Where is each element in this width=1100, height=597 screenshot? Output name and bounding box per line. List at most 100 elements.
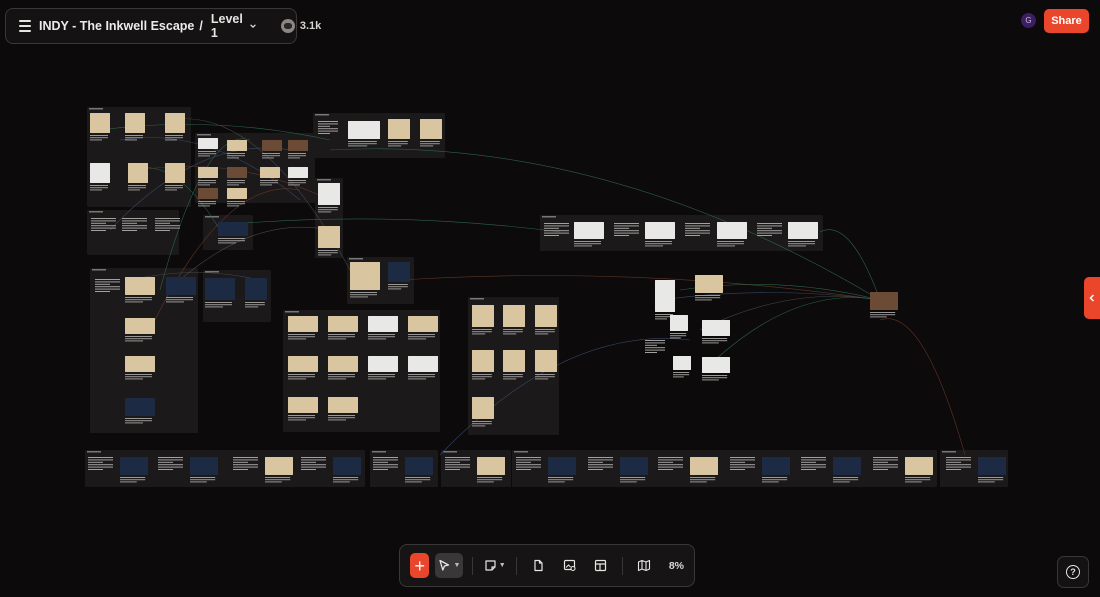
card-caption[interactable]: [265, 481, 282, 483]
board-card[interactable]: [125, 398, 155, 416]
note-text[interactable]: [95, 286, 120, 288]
board-card[interactable]: [262, 140, 282, 151]
card-caption[interactable]: [125, 137, 143, 139]
card-caption[interactable]: [288, 338, 306, 340]
board-card[interactable]: [125, 277, 155, 295]
card-caption[interactable]: [288, 157, 300, 159]
section-title[interactable]: [317, 179, 331, 181]
card-caption[interactable]: [227, 203, 245, 205]
board-card[interactable]: [503, 350, 525, 372]
note-text[interactable]: [757, 232, 782, 234]
card-caption[interactable]: [548, 477, 574, 478]
note-text[interactable]: [544, 225, 569, 227]
card-caption[interactable]: [125, 374, 152, 375]
card-caption[interactable]: [405, 479, 431, 481]
card-caption[interactable]: [645, 245, 663, 247]
note-text[interactable]: [685, 232, 710, 234]
card-caption[interactable]: [535, 329, 555, 330]
note-text[interactable]: [658, 469, 673, 470]
card-caption[interactable]: [227, 153, 245, 154]
note-text[interactable]: [373, 469, 388, 470]
note-text[interactable]: [301, 457, 326, 458]
note-text[interactable]: [318, 133, 330, 134]
card-caption[interactable]: [670, 333, 687, 334]
board-card[interactable]: [472, 397, 494, 419]
card-caption[interactable]: [655, 318, 667, 320]
layout-button[interactable]: [588, 553, 613, 578]
card-caption[interactable]: [128, 189, 140, 191]
note-text[interactable]: [645, 344, 657, 346]
card-caption[interactable]: [90, 135, 108, 136]
card-caption[interactable]: [472, 423, 492, 425]
card-caption[interactable]: [420, 141, 440, 142]
card-caption[interactable]: [535, 376, 555, 378]
note-text[interactable]: [318, 121, 338, 122]
card-caption[interactable]: [762, 479, 788, 481]
note-text[interactable]: [614, 232, 639, 234]
note-text[interactable]: [658, 457, 683, 458]
note-text[interactable]: [645, 347, 665, 349]
card-caption[interactable]: [535, 374, 555, 375]
note-text[interactable]: [155, 218, 180, 219]
note-text[interactable]: [88, 466, 113, 468]
hamburger-icon[interactable]: [16, 17, 31, 35]
card-caption[interactable]: [503, 376, 523, 378]
section-title[interactable]: [349, 258, 363, 260]
help-button[interactable]: ?: [1057, 556, 1089, 588]
card-caption[interactable]: [472, 329, 492, 330]
board-card[interactable]: [477, 457, 505, 475]
card-caption[interactable]: [198, 153, 216, 155]
note-text[interactable]: [801, 459, 826, 461]
note-text[interactable]: [301, 461, 316, 463]
card-caption[interactable]: [288, 376, 315, 378]
board-card[interactable]: [333, 457, 361, 475]
card-caption[interactable]: [408, 374, 435, 375]
card-caption[interactable]: [350, 294, 377, 296]
card-caption[interactable]: [673, 372, 690, 373]
note-text[interactable]: [516, 466, 541, 468]
note-text[interactable]: [801, 469, 816, 470]
card-caption[interactable]: [128, 185, 146, 186]
section-title[interactable]: [87, 451, 101, 453]
board-card[interactable]: [318, 226, 340, 248]
card-caption[interactable]: [288, 155, 306, 157]
level-dropdown[interactable]: Level 1: [211, 12, 257, 40]
card-caption[interactable]: [333, 481, 350, 483]
note-text[interactable]: [873, 466, 898, 468]
card-caption[interactable]: [125, 340, 143, 342]
section-title[interactable]: [542, 216, 556, 218]
note-text[interactable]: [373, 466, 398, 468]
card-caption[interactable]: [472, 421, 492, 422]
card-caption[interactable]: [833, 479, 859, 481]
note-text[interactable]: [301, 466, 326, 468]
card-caption[interactable]: [690, 481, 707, 483]
card-caption[interactable]: [978, 481, 995, 483]
card-caption[interactable]: [350, 292, 377, 293]
note-text[interactable]: [158, 469, 173, 470]
note-text[interactable]: [445, 469, 460, 470]
card-caption[interactable]: [227, 182, 245, 184]
card-caption[interactable]: [405, 477, 431, 478]
note-text[interactable]: [91, 220, 116, 222]
note-text[interactable]: [158, 457, 183, 458]
card-caption[interactable]: [788, 245, 806, 247]
card-caption[interactable]: [218, 240, 245, 242]
card-caption[interactable]: [978, 477, 1004, 478]
card-caption[interactable]: [574, 245, 592, 247]
card-caption[interactable]: [472, 331, 492, 333]
card-caption[interactable]: [227, 201, 245, 202]
card-caption[interactable]: [420, 143, 440, 145]
board-card[interactable]: [870, 292, 898, 310]
board-card[interactable]: [535, 305, 557, 327]
card-caption[interactable]: [690, 477, 716, 478]
note-text[interactable]: [544, 227, 559, 229]
card-caption[interactable]: [125, 418, 152, 419]
user-avatar[interactable]: G: [1021, 13, 1036, 28]
board-card[interactable]: [198, 167, 218, 178]
note-text[interactable]: [757, 223, 782, 224]
note-text[interactable]: [91, 225, 116, 227]
board-card[interactable]: [198, 188, 218, 199]
card-caption[interactable]: [408, 338, 426, 340]
card-caption[interactable]: [870, 314, 896, 316]
card-caption[interactable]: [128, 187, 146, 189]
